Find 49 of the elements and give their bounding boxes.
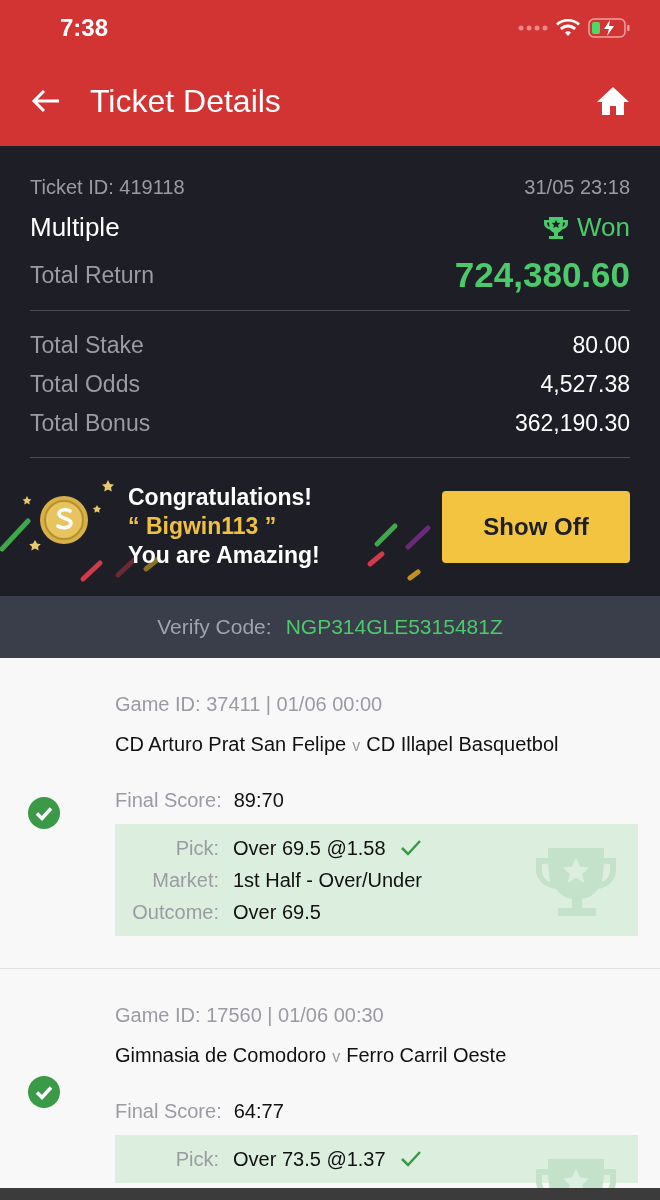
page-title: Ticket Details: [90, 81, 282, 121]
detail-value: Over 69.5: [233, 899, 321, 925]
home-team: Gimnasia de Comodoro: [115, 1042, 327, 1068]
versus-text: v: [352, 735, 361, 756]
status-label: Won: [577, 211, 630, 244]
away-team: Ferro Carril Oeste: [346, 1042, 507, 1068]
verify-label: Verify Code:: [157, 613, 272, 640]
trophy-icon: [534, 845, 618, 918]
total-return-label: Total Return: [30, 261, 154, 290]
score-value: 64:77: [233, 1098, 284, 1124]
amazing-text: You are Amazing!: [128, 541, 321, 570]
game-id: Game ID: 17560 | 01/06 00:30: [115, 1002, 385, 1028]
back-arrow-icon: [31, 87, 61, 114]
bet-type: Multiple: [30, 211, 120, 244]
wifi-icon: [556, 18, 580, 37]
game-id: Game ID: 37411 | 01/06 00:00: [115, 691, 384, 717]
score-label: Final Score:: [115, 787, 222, 813]
summary-value: 362,190.30: [514, 408, 630, 438]
signal-icon: [518, 24, 548, 31]
coin-icon: [40, 495, 88, 544]
summary-value: 4,527.38: [540, 369, 630, 399]
username-text: “ Bigwin113 ”: [128, 512, 278, 541]
home-button[interactable]: [596, 84, 630, 117]
score-label: Final Score:: [115, 1098, 222, 1124]
away-team: CD Illapel Basquetbol: [366, 731, 559, 757]
detail-label: Outcome:: [131, 899, 219, 925]
verify-code: NGP314GLE5315481Z: [285, 613, 503, 640]
battery-icon: [588, 17, 630, 38]
detail-value: 1st Half - Over/Under: [233, 867, 422, 893]
status-time: 7:38: [60, 12, 109, 43]
detail-label: Pick:: [174, 835, 219, 861]
summary-label: Total Bonus: [30, 408, 151, 438]
detail-label: Pick:: [174, 1146, 219, 1172]
total-return-value: 724,380.60: [454, 254, 630, 296]
summary-value: 80.00: [572, 330, 630, 360]
home-team: CD Arturo Prat San Felipe: [115, 731, 347, 757]
detail-label: Market:: [151, 867, 219, 893]
show-off-button[interactable]: Show Off: [442, 490, 630, 563]
score-value: 89:70: [233, 787, 284, 813]
ticket-datetime: 31/05 23:18: [524, 175, 630, 200]
ticket-id: Ticket ID: 419118: [30, 175, 185, 200]
detail-value: Over 73.5 @1.37: [233, 1146, 386, 1172]
summary-label: Total Odds: [30, 369, 140, 399]
summary-label: Total Stake: [30, 330, 144, 360]
versus-text: v: [332, 1046, 341, 1067]
trophy-icon: [543, 215, 569, 240]
congrats-text: Congratulations!: [128, 483, 313, 512]
home-icon: [596, 85, 630, 116]
detail-value: Over 69.5 @1.58: [233, 835, 386, 861]
